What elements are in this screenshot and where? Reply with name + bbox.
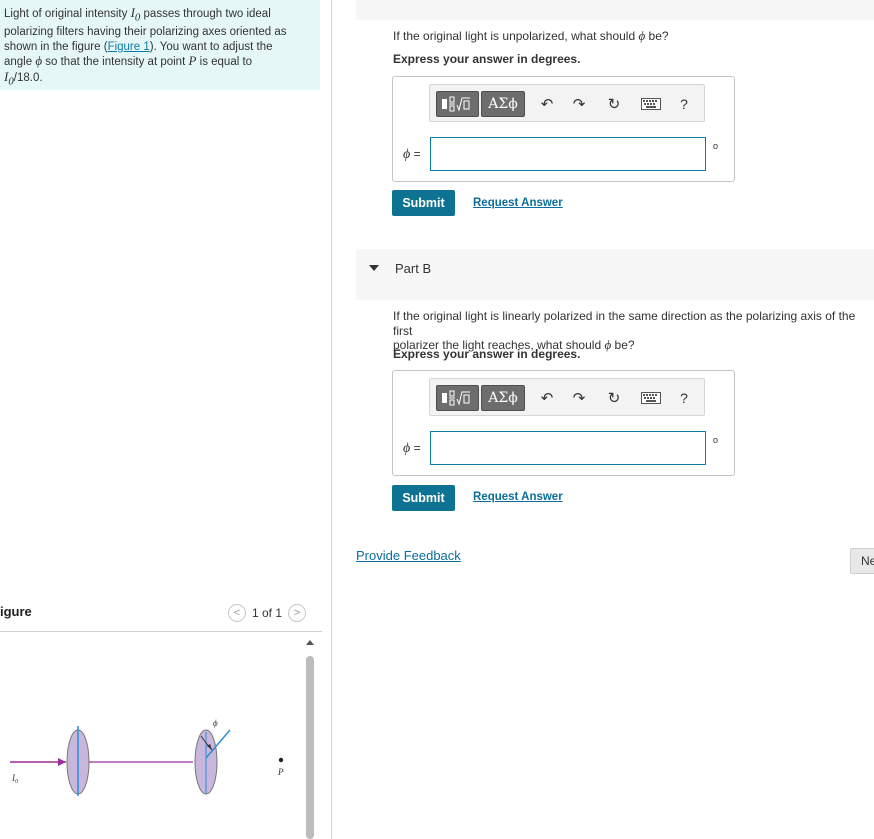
part-a-header-band <box>356 0 874 20</box>
column-divider <box>331 0 332 839</box>
undo-icon[interactable]: ↶ <box>540 389 554 407</box>
part-b-degree-unit: o <box>713 435 719 445</box>
point-p-marker <box>278 757 284 763</box>
figure-pager: < 1 of 1 > <box>228 604 307 622</box>
part-a-math-toolbar: ΑΣϕ ↶ ↷ ↻ ? <box>429 84 705 122</box>
template-icon <box>441 390 470 406</box>
template-icon <box>441 96 470 112</box>
part-a-submit-button[interactable]: Submit <box>392 190 455 216</box>
templates-button[interactable] <box>436 385 479 411</box>
help-icon[interactable]: ? <box>678 95 690 113</box>
beam-arrow-icon <box>58 758 66 766</box>
phi-label: ϕ <box>213 718 218 728</box>
part-a-request-answer-link[interactable]: Request Answer <box>473 197 563 209</box>
figure-page-count: 1 of 1 <box>252 606 283 620</box>
problem-line-1: Light of original intensity I0 passes th… <box>4 5 271 24</box>
part-a-question: If the original light is unpolarized, wh… <box>393 28 669 43</box>
reset-icon[interactable]: ↻ <box>606 389 622 407</box>
part-b-submit-button[interactable]: Submit <box>392 485 455 511</box>
part-b-header-band[interactable] <box>356 249 874 300</box>
figure-link[interactable]: Figure 1 <box>108 41 150 53</box>
scroll-thumb[interactable] <box>306 656 314 839</box>
part-b-answer-label: ϕ = <box>403 441 421 456</box>
part-b-answer-box: ΑΣϕ ↶ ↷ ↻ ? ϕ = o <box>392 370 735 476</box>
figure-header: igure < 1 of 1 > <box>0 600 322 632</box>
problem-line-5: I0/18.0. <box>4 68 43 88</box>
provide-feedback-link[interactable]: Provide Feedback <box>356 548 461 563</box>
scroll-up-arrow-icon[interactable] <box>306 640 314 645</box>
part-b-title[interactable]: Part B <box>395 261 431 276</box>
part-b-request-answer-link[interactable]: Request Answer <box>473 491 563 503</box>
problem-line-3: shown in the figure (Figure 1). You want… <box>4 40 273 53</box>
greek-symbols-button[interactable]: ΑΣϕ <box>481 91 525 117</box>
polarizer-figure: I0 ϕ P <box>10 718 284 796</box>
collapse-arrow-icon[interactable] <box>369 265 379 271</box>
part-b-answer-input[interactable] <box>430 431 706 465</box>
next-button[interactable]: Ne <box>850 548 874 574</box>
next-figure-button[interactable]: > <box>288 604 307 622</box>
greek-symbols-button[interactable]: ΑΣϕ <box>481 385 525 411</box>
part-b-instruction: Express your answer in degrees. <box>393 347 581 361</box>
part-a-degree-unit: o <box>713 141 719 151</box>
i0-symbol: I0 <box>130 5 141 24</box>
figure-title: igure <box>0 604 32 619</box>
redo-icon[interactable]: ↷ <box>572 389 586 407</box>
i0-label: I0 <box>11 773 18 785</box>
part-b-question: If the original light is linearly polari… <box>393 309 856 352</box>
part-b-math-toolbar: ΑΣϕ ↶ ↷ ↻ ? <box>429 378 705 416</box>
part-a-answer-label: ϕ = <box>403 147 421 162</box>
reset-icon[interactable]: ↻ <box>606 95 622 113</box>
templates-button[interactable] <box>436 91 479 117</box>
part-a-answer-box: ΑΣϕ ↶ ↷ ↻ ? ϕ = o <box>392 76 735 182</box>
keyboard-icon[interactable] <box>640 95 662 113</box>
part-a-instruction: Express your answer in degrees. <box>393 52 581 66</box>
part-a-answer-input[interactable] <box>430 137 706 171</box>
figure-scrollbar[interactable] <box>305 640 315 839</box>
p-label: P <box>277 767 284 777</box>
problem-line-4: angle ϕ so that the intensity at point P… <box>4 53 253 69</box>
problem-line-2: polarizing filters having their polarizi… <box>4 26 287 39</box>
keyboard-icon[interactable] <box>640 389 662 407</box>
problem-statement: Light of original intensity I0 passes th… <box>0 0 320 90</box>
redo-icon[interactable]: ↷ <box>572 95 586 113</box>
undo-icon[interactable]: ↶ <box>540 95 554 113</box>
prev-figure-button[interactable]: < <box>228 604 246 622</box>
help-icon[interactable]: ? <box>678 389 690 407</box>
